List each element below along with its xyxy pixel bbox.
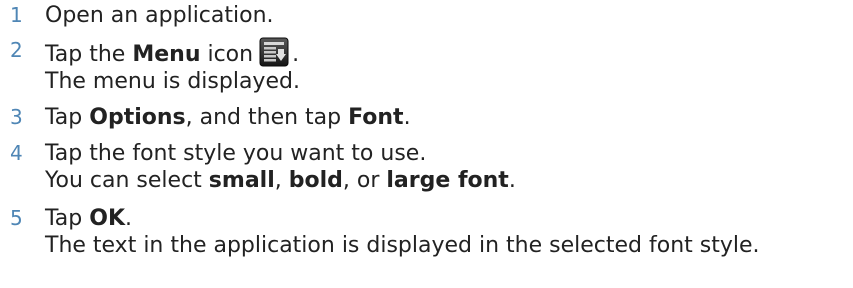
step-text: Tap OK. The text in the application is d… [45, 205, 853, 259]
step-text: Tap the Menu icon . The menu is displaye… [45, 37, 853, 95]
text-run: Tap the [45, 42, 133, 67]
bold-term-small: small [208, 168, 275, 193]
text-run: . [403, 105, 411, 130]
step-line: The text in the application is displayed… [45, 233, 760, 258]
bold-term-menu: Menu [132, 42, 201, 67]
text-run: , [274, 168, 289, 193]
step-line: Tap Options, and then tap Font. [45, 104, 853, 131]
menu-icon [259, 37, 289, 67]
step-line: Tap the font style you want to use. [45, 141, 427, 166]
text-run: . [125, 206, 132, 231]
text-run: , and then tap [185, 105, 349, 130]
step-text: Open an application. [45, 2, 853, 29]
step-number: 4 [10, 141, 23, 165]
step-text: Tap Options, and then tap Font. [45, 104, 853, 131]
bold-term-font: Font [348, 105, 404, 130]
text-run: . [508, 168, 516, 193]
bold-term-ok: OK [89, 206, 125, 231]
step-number: 3 [10, 105, 23, 129]
text-run: . [292, 42, 300, 67]
bold-term-bold: bold [288, 168, 343, 193]
step-line: Tap OK. [45, 205, 853, 232]
text-run: Tap [45, 206, 90, 231]
text-run: , or [342, 168, 387, 193]
step-line: The menu is displayed. [45, 69, 300, 94]
bold-term-large-font: large font [386, 168, 509, 193]
text-run: You can select [45, 168, 209, 193]
step-line: You can select small, bold, or large fon… [45, 167, 853, 194]
bold-term-options: Options [89, 105, 186, 130]
text-run: Tap [45, 105, 90, 130]
step-number: 5 [10, 206, 23, 230]
step-number: 1 [10, 3, 23, 27]
step-text: Tap the font style you want to use. You … [45, 140, 853, 194]
step-line: Tap the Menu icon . [45, 37, 853, 68]
instruction-steps: 1 Open an application. 2 Tap the Menu ic… [0, 0, 853, 288]
text-run: icon [200, 42, 254, 67]
step-number: 2 [10, 38, 23, 62]
step-line: Open an application. [45, 3, 274, 28]
